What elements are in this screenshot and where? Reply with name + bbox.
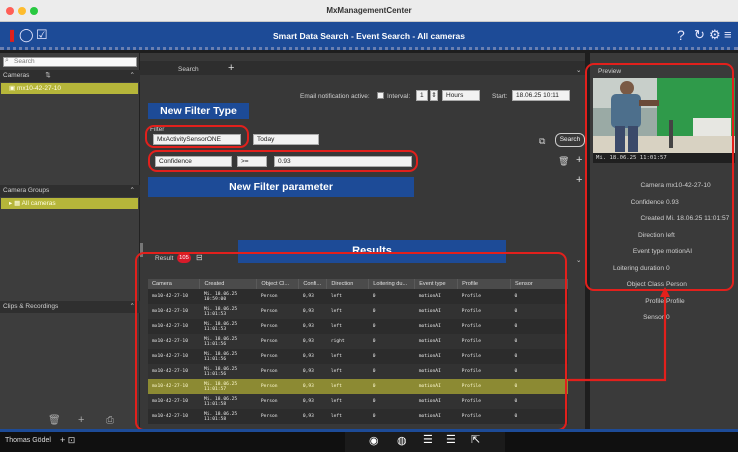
start-label: Start:: [492, 93, 508, 100]
filter-parameter-highlight: [148, 150, 418, 172]
app-title: MxManagementCenter: [326, 6, 412, 15]
interval-value[interactable]: 1: [416, 90, 428, 101]
add-icon[interactable]: +: [78, 414, 84, 426]
filter-parameter-callout: New Filter parameter: [148, 177, 414, 197]
email-notification-checkbox[interactable]: [377, 92, 384, 99]
window-titlebar: MxManagementCenter: [0, 0, 738, 22]
add-filter-group-icon[interactable]: +: [576, 174, 582, 186]
camera-item-label: mx10-42-27-10: [16, 85, 62, 92]
search-icon: ⌕: [5, 57, 9, 64]
help-icon[interactable]: ?: [677, 28, 685, 42]
period-select[interactable]: Today: [253, 134, 319, 145]
trash-icon[interactable]: 🗑: [48, 415, 61, 426]
settings-gear-icon[interactable]: ⚙: [709, 28, 721, 42]
filter-type-highlight: [145, 125, 249, 148]
cameras-label: Cameras: [3, 72, 30, 79]
sidebar: Search ⌕ Cameras ⇅ ⌃ ▣ mx10-42-27-10 Cam…: [0, 53, 140, 429]
interval-unit-select[interactable]: Hours: [442, 90, 480, 101]
bottom-bar: Thomas Gödel + ⊡ ◉ ◍ ☰ ☰ ⇱: [0, 429, 738, 452]
clips-label: Clips & Recordings: [3, 303, 59, 310]
camera-icon: ▣: [9, 85, 17, 92]
results-chevron-icon[interactable]: ⌄: [576, 256, 581, 264]
list-icon[interactable]: ☰: [423, 433, 433, 446]
vm-icon[interactable]: ◍: [397, 434, 407, 447]
sidebar-item-camera[interactable]: ▣ mx10-42-27-10: [1, 83, 138, 94]
more-icon[interactable]: ≡: [724, 28, 732, 42]
cameras-section-header[interactable]: Cameras ⇅ ⌃: [0, 70, 140, 82]
menu-icon[interactable]: ☰: [446, 433, 456, 446]
sort-icon[interactable]: ⇅: [45, 72, 50, 79]
interval-label: Interval:: [387, 93, 411, 100]
collapse-chevron-icon[interactable]: ⌄: [576, 66, 581, 74]
lock-icon[interactable]: ⎙: [106, 415, 114, 426]
page-title: Smart Data Search - Event Search - All c…: [273, 31, 465, 41]
connector-arrow: [568, 287, 670, 382]
folder-icon: ▸ ▦: [9, 200, 22, 207]
results-highlight: [135, 252, 567, 431]
user-add-icon[interactable]: + ⊡: [60, 435, 75, 446]
sidebar-item-all-cameras[interactable]: ▸ ▦ All cameras: [1, 198, 138, 209]
header-bar: ❚ ◯ ☑ Smart Data Search - Event Search -…: [0, 22, 738, 50]
copy-icon[interactable]: ⧉: [539, 136, 545, 147]
add-filter-icon[interactable]: +: [576, 154, 582, 166]
search-input[interactable]: Search: [3, 57, 137, 67]
start-datetime-field[interactable]: 18.06.25 10:11: [512, 90, 570, 101]
filter-type-callout: New Filter Type: [148, 103, 249, 119]
user-label[interactable]: Thomas Gödel: [5, 437, 51, 444]
preview-highlight: [585, 63, 734, 291]
interval-stepper[interactable]: ⇕: [430, 90, 438, 101]
tab-bar: [140, 61, 585, 75]
chevron-up-icon[interactable]: ⌃: [130, 185, 135, 197]
smart-data-icon[interactable]: ◉: [369, 434, 379, 447]
all-cameras-label: All cameras: [21, 200, 56, 207]
camera-groups-section-header[interactable]: Camera Groups ⌃: [0, 185, 140, 197]
camera-groups-label: Camera Groups: [3, 187, 50, 194]
external-window-icon[interactable]: ⇱: [471, 433, 480, 446]
chevron-up-icon[interactable]: ⌃: [130, 70, 135, 82]
clips-section-header[interactable]: Clips & Recordings ⌃: [0, 301, 140, 313]
refresh-icon[interactable]: ↻: [694, 28, 705, 42]
delete-filter-icon[interactable]: 🗑: [558, 156, 569, 167]
add-tab-icon[interactable]: +: [228, 62, 234, 74]
email-notification-label: Email notification active:: [300, 93, 370, 100]
tab-search[interactable]: Search: [178, 66, 199, 73]
search-button[interactable]: Search: [555, 133, 585, 147]
